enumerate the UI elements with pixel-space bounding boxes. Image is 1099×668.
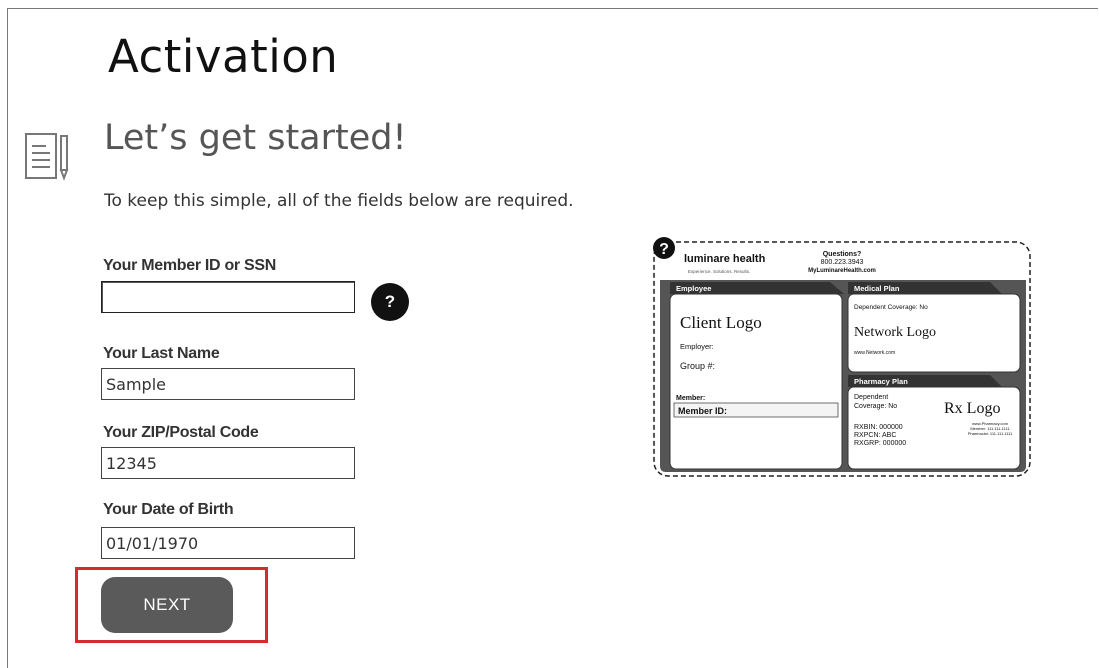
- svg-text:Member:: Member:: [676, 395, 705, 402]
- last-name-label: Your Last Name: [103, 345, 220, 362]
- svg-text:Coverage: No: Coverage: No: [854, 403, 897, 410]
- svg-text:Employer:: Employer:: [680, 342, 714, 351]
- last-name-input[interactable]: [101, 368, 355, 400]
- svg-text:Pharmacist: 111.111.1111: Pharmacist: 111.111.1111: [968, 431, 1013, 436]
- svg-text:RXBIN: 000000: RXBIN: 000000: [854, 424, 903, 431]
- svg-text:Employee: Employee: [676, 284, 711, 293]
- card-phone: 800.223.3943: [821, 259, 864, 266]
- member-card-illustration: ? luminare health Experience. Solutions.…: [650, 236, 1036, 480]
- page-subtitle: Let’s get started!: [104, 118, 407, 158]
- member-id-help-button[interactable]: ?: [371, 283, 409, 321]
- svg-text:Dependent Coverage: No: Dependent Coverage: No: [854, 304, 928, 311]
- dob-input[interactable]: [101, 527, 355, 559]
- svg-text:www.Network.com: www.Network.com: [854, 350, 895, 356]
- svg-text:Pharmacy Plan: Pharmacy Plan: [854, 377, 908, 386]
- card-brand: luminare health: [684, 253, 766, 265]
- intro-text: To keep this simple, all of the fields b…: [104, 191, 574, 211]
- svg-text:Medical Plan: Medical Plan: [854, 284, 900, 293]
- svg-text:Group #:: Group #:: [680, 361, 715, 371]
- member-id-input[interactable]: [101, 281, 355, 313]
- highlight-box: [75, 567, 268, 643]
- client-logo: Client Logo: [680, 313, 762, 332]
- card-tagline: Experience. Solutions. Results.: [688, 269, 750, 274]
- member-id-label: Your Member ID or SSN: [103, 257, 276, 274]
- card-website: MyLuminareHealth.com: [808, 268, 876, 274]
- document-pen-icon: [25, 133, 69, 181]
- svg-text:Member ID:: Member ID:: [678, 406, 727, 416]
- svg-text:Dependent: Dependent: [854, 394, 888, 401]
- dob-label: Your Date of Birth: [103, 501, 234, 518]
- zip-label: Your ZIP/Postal Code: [103, 424, 259, 441]
- rx-logo: Rx Logo: [944, 400, 1000, 417]
- card-questions: Questions?: [823, 251, 862, 258]
- svg-text:RXPCN: ABC: RXPCN: ABC: [854, 432, 896, 439]
- network-logo: Network Logo: [854, 325, 936, 340]
- svg-text:?: ?: [659, 241, 669, 258]
- zip-input[interactable]: [101, 447, 355, 479]
- svg-text:RXGRP: 000000: RXGRP: 000000: [854, 440, 906, 447]
- page-title: Activation: [108, 30, 339, 83]
